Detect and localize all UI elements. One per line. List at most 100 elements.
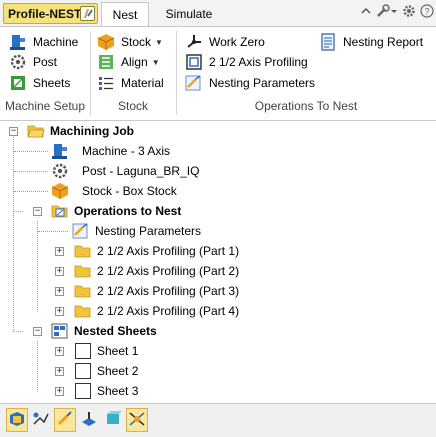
expand-toggle[interactable]: + [55, 267, 64, 276]
expand-toggle[interactable]: + [55, 387, 64, 396]
tree-item-profiling-part-2[interactable]: 2 1/2 Axis Profiling (Part 2) [74, 261, 239, 281]
sheets-button-label: Sheets [33, 76, 71, 90]
expand-toggle[interactable]: + [55, 347, 64, 356]
toolpath-button[interactable] [30, 408, 52, 432]
bottom-toolbar [0, 404, 436, 437]
tree-item-label: Machining Job [50, 124, 134, 138]
expand-toggle[interactable]: + [55, 367, 64, 376]
folder-icon [74, 302, 92, 320]
tree-item-label: Stock - Box Stock [82, 184, 177, 198]
tree-item-label: Operations to Nest [74, 204, 182, 218]
align-button[interactable]: Align ▼ [97, 52, 160, 72]
tree-guide-line [14, 191, 48, 192]
tree-item-profiling-part-1[interactable]: 2 1/2 Axis Profiling (Part 1) [74, 241, 239, 261]
tree-item-label: Sheet 1 [97, 344, 139, 358]
profiling-button-label: 2 1/2 Axis Profiling [209, 55, 308, 69]
profiling-button[interactable]: 2 1/2 Axis Profiling [185, 52, 308, 72]
simulation-button[interactable] [78, 408, 100, 432]
gear-icon[interactable] [402, 4, 416, 23]
post-icon [51, 162, 69, 180]
tree-item-sheet-1[interactable]: Sheet 1 [74, 341, 138, 361]
tree-guide-line [13, 211, 23, 212]
app-menu-button[interactable]: Profile-NEST [3, 3, 98, 24]
expand-toggle[interactable]: + [55, 247, 64, 256]
collapse-toggle[interactable]: − [9, 127, 18, 136]
tree-item-nested-sheets[interactable]: Nested Sheets [51, 321, 157, 341]
tree-item-label: 2 1/2 Axis Profiling (Part 3) [97, 284, 240, 298]
nesting-report-button-label: Nesting Report [343, 35, 424, 49]
tree-item-label: 2 1/2 Axis Profiling (Part 4) [97, 304, 240, 318]
chevron-down-icon: ▼ [155, 37, 163, 47]
sheets-view-button[interactable] [126, 408, 148, 432]
wrench-icon[interactable] [376, 3, 398, 23]
folder-icon [74, 262, 92, 280]
nesting-report-icon [319, 33, 337, 51]
sheets-icon [9, 74, 27, 92]
nesting-parameters-icon [185, 74, 203, 92]
tree-item-nesting-parameters[interactable]: Nesting Parameters [72, 221, 201, 241]
stock-button[interactable]: Stock ▼ [97, 32, 163, 52]
group-label-machine-setup: Machine Setup [4, 99, 86, 113]
tree-guide-line [14, 151, 48, 152]
sheets-button[interactable]: Sheets [9, 73, 70, 93]
nesting-report-button[interactable]: Nesting Report [319, 32, 423, 52]
sheet-icon [74, 382, 92, 400]
machining-job-tree: − Machining Job Machine - 3 Axis Post - … [0, 121, 436, 404]
tree-item-sheet-3[interactable]: Sheet 3 [74, 381, 138, 401]
collapse-toggle[interactable]: − [33, 207, 42, 216]
post-button-label: Post [33, 55, 58, 69]
tree-item-operations-to-nest[interactable]: Operations to Nest [51, 201, 181, 221]
tree-item-post[interactable]: Post - Laguna_BR_IQ [51, 161, 199, 181]
stock-icon [97, 33, 115, 51]
nesting-parameters-button-label: Nesting Parameters [209, 76, 316, 90]
tab-simulate-label: Simulate [165, 7, 213, 21]
nesting-parameters-button[interactable]: Nesting Parameters [185, 73, 315, 93]
post-icon [9, 53, 27, 71]
expand-toggle[interactable]: + [55, 307, 64, 316]
machine-button[interactable]: Machine [9, 32, 78, 52]
simulation-icon [80, 410, 98, 431]
tree-item-label: 2 1/2 Axis Profiling (Part 1) [97, 244, 240, 258]
folder-open-icon [27, 122, 45, 140]
help-icon[interactable]: ? [420, 3, 434, 23]
job-view-button[interactable] [6, 408, 28, 432]
tree-guide-line [38, 231, 68, 232]
tab-nest-label: Nest [112, 7, 138, 22]
tree-item-label: 2 1/2 Axis Profiling (Part 2) [97, 264, 240, 278]
tree-item-label: Nesting Parameters [95, 224, 202, 238]
tab-simulate[interactable]: Simulate [153, 2, 225, 26]
tree-item-machining-job[interactable]: Machining Job [27, 121, 134, 141]
material-button-label: Material [121, 76, 164, 90]
tree-item-label: Nested Sheets [74, 324, 157, 338]
align-button-label: Align [121, 55, 148, 69]
tree-item-label: Sheet 3 [97, 384, 139, 398]
tree-guide-line [13, 331, 23, 332]
machine-button-label: Machine [33, 35, 79, 49]
stock-view-button[interactable] [102, 408, 124, 432]
stock-view-icon [104, 410, 122, 431]
tree-guide-line [14, 171, 48, 172]
collapse-toggle[interactable]: − [33, 327, 42, 336]
nesting-view-button[interactable] [54, 408, 76, 432]
work-zero-button-label: Work Zero [209, 35, 265, 49]
profiling-icon [185, 53, 203, 71]
tree-item-machine[interactable]: Machine - 3 Axis [51, 141, 170, 161]
stock-button-label: Stock [121, 35, 152, 49]
tab-nest[interactable]: Nest [101, 2, 149, 26]
material-button[interactable]: Material [97, 73, 164, 93]
folder-icon [74, 282, 92, 300]
tree-item-stock[interactable]: Stock - Box Stock [51, 181, 177, 201]
nested-sheets-icon [51, 322, 69, 340]
chevron-up-icon[interactable] [360, 4, 372, 22]
tree-item-profiling-part-4[interactable]: 2 1/2 Axis Profiling (Part 4) [74, 301, 239, 321]
tree-item-sheet-2[interactable]: Sheet 2 [74, 361, 138, 381]
post-button[interactable]: Post [9, 52, 57, 72]
work-zero-button[interactable]: Work Zero [185, 32, 265, 52]
tree-item-profiling-part-3[interactable]: 2 1/2 Axis Profiling (Part 3) [74, 281, 239, 301]
tree-guide-line [13, 137, 14, 332]
ribbon-tab-bar: Profile-NEST Nest Simulate ? [0, 0, 436, 26]
expand-toggle[interactable]: + [55, 287, 64, 296]
align-icon [97, 53, 115, 71]
tree-item-label: Post - Laguna_BR_IQ [82, 164, 200, 178]
top-right-toolbar: ? [360, 3, 434, 23]
